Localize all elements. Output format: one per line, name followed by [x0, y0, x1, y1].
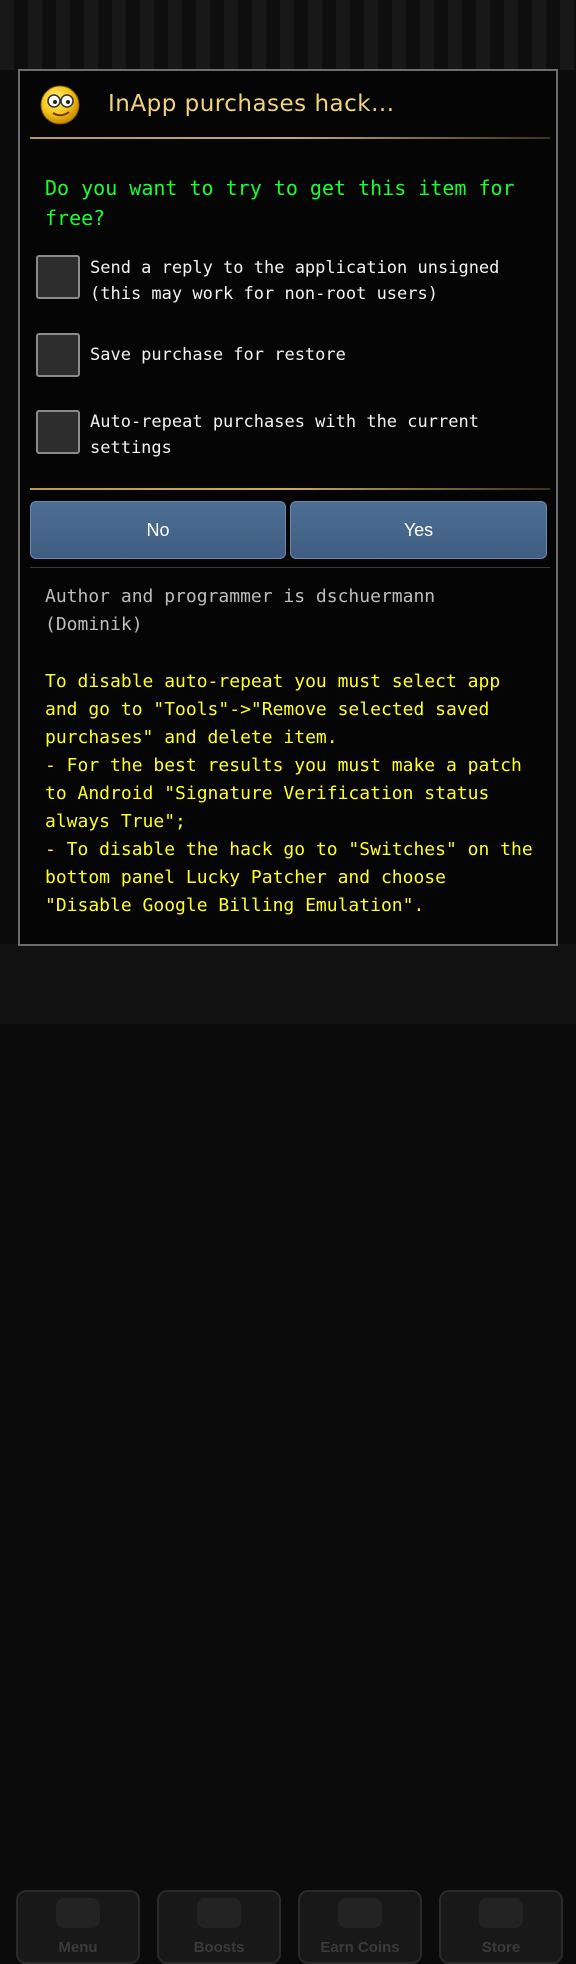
- background-tab-label: Store: [481, 1939, 521, 1956]
- checkbox-send-unsigned[interactable]: [36, 255, 80, 299]
- checkbox-save-purchase[interactable]: [36, 333, 80, 377]
- no-button[interactable]: No: [30, 501, 286, 559]
- chevron-up-icon: [197, 1898, 241, 1928]
- hand-icon: [338, 1898, 382, 1928]
- option-label: Send a reply to the application unsigned…: [90, 258, 500, 304]
- dialog-title-bar: InApp purchases hack...: [20, 71, 556, 141]
- background-tab-label: Menu: [58, 1939, 98, 1956]
- inapp-hack-dialog: InApp purchases hack... Do you want to t…: [18, 69, 558, 946]
- yes-button[interactable]: Yes: [290, 501, 547, 559]
- dollar-coin-icon: [479, 1898, 523, 1928]
- background-tab-store: Store: [439, 1890, 563, 1964]
- background-tab-earn-coins: Earn Coins: [298, 1890, 422, 1964]
- checkbox-auto-repeat[interactable]: [36, 410, 80, 454]
- instructions-text: To disable auto-repeat you must select a…: [45, 671, 533, 916]
- background-game-header: [0, 0, 576, 70]
- back-arrow-icon: [56, 1898, 100, 1928]
- footer-divider: [30, 567, 550, 568]
- dialog-title: InApp purchases hack...: [108, 91, 395, 117]
- background-bottom-bar: Menu Boosts Earn Coins Store: [0, 944, 576, 1964]
- background-tab-boosts: Boosts: [157, 1890, 281, 1964]
- nerd-smiley-icon: [40, 85, 80, 125]
- background-tab-menu: Menu: [16, 1890, 140, 1964]
- question-text: Do you want to try to get this item for …: [45, 176, 515, 230]
- buttons-divider: [30, 488, 550, 490]
- author-text: Author and programmer is dschuermann (Do…: [45, 586, 436, 635]
- background-tab-label: Earn Coins: [320, 1939, 400, 1956]
- background-tab-label: Boosts: [193, 1939, 245, 1956]
- title-divider: [30, 137, 550, 139]
- option-label: Auto-repeat purchases with the current s…: [90, 412, 479, 458]
- option-label: Save purchase for restore: [90, 345, 346, 365]
